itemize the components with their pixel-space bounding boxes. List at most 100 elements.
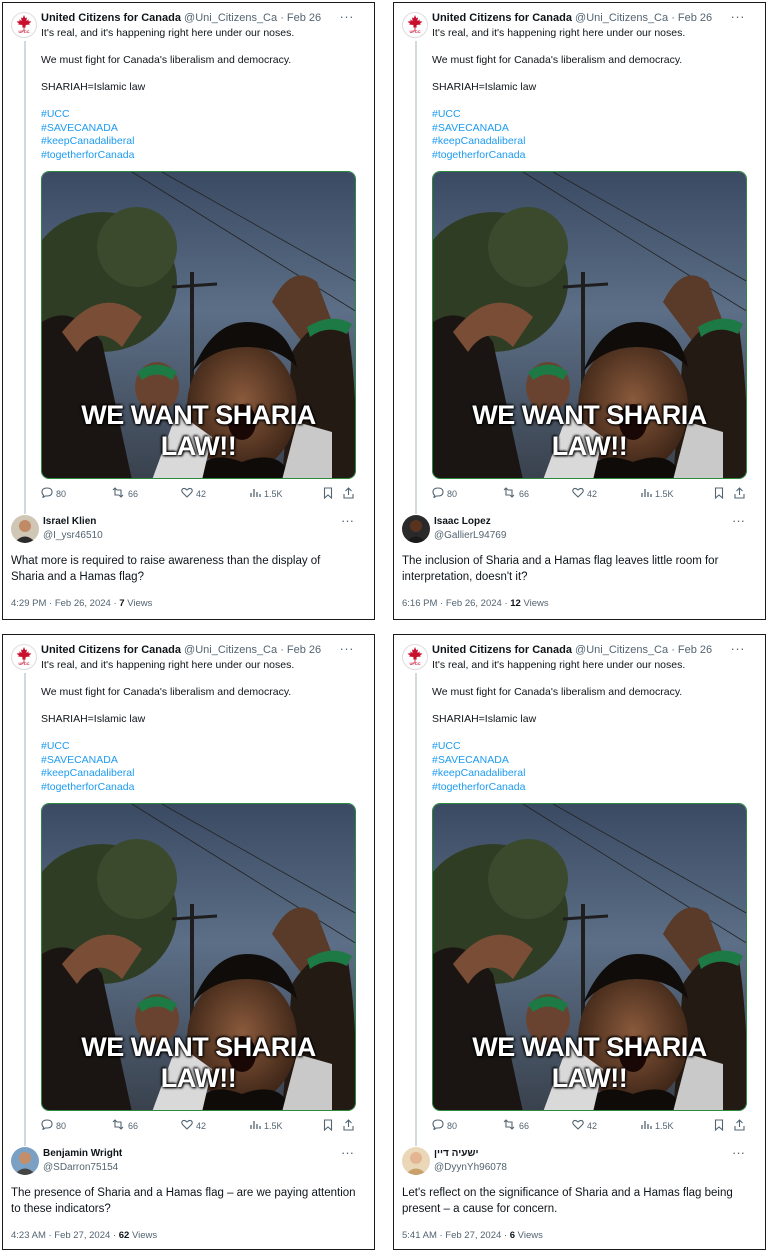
author-handle[interactable]: @Uni_Citizens_Ca <box>184 644 277 656</box>
panel-reply-3: UFCC United Citizens for Canada @Uni_Cit… <box>2 634 375 1250</box>
separator-dot: · <box>280 12 284 24</box>
reply-button[interactable]: 80 <box>41 1119 66 1133</box>
heart-icon <box>181 487 193 501</box>
hashtag-link[interactable]: #SAVECANADA <box>432 122 754 136</box>
bookmark-button[interactable] <box>323 487 333 502</box>
more-options-icon[interactable]: ··· <box>341 1145 354 1160</box>
reply-time[interactable]: 6:16 PM · Feb 26, 2024 · <box>402 598 510 609</box>
hashtag-link[interactable]: #UCC <box>41 740 363 754</box>
reply-author-handle[interactable]: @SDarron75154 <box>43 1162 118 1173</box>
avatar[interactable] <box>11 515 39 543</box>
tweet-line: It's real, and it's happening right here… <box>41 27 295 39</box>
share-button[interactable] <box>343 1119 354 1134</box>
hashtag-link[interactable]: #SAVECANADA <box>41 754 363 768</box>
share-button[interactable] <box>734 1119 745 1134</box>
reply-author-handle[interactable]: @DyynYh96078 <box>434 1162 507 1173</box>
like-button[interactable]: 42 <box>572 487 597 501</box>
share-button[interactable] <box>343 487 354 502</box>
tweet-header: United Citizens for Canada @Uni_Citizens… <box>41 641 366 656</box>
tweet-image[interactable]: WE WANT SHARIA LAW!! <box>41 803 356 1111</box>
views-button[interactable]: 1.5K <box>250 1119 283 1133</box>
tweet-date[interactable]: Feb 26 <box>678 12 712 24</box>
hashtag-link[interactable]: #togetherforCanada <box>41 149 363 163</box>
bookmark-button[interactable] <box>714 487 724 502</box>
author-handle[interactable]: @Uni_Citizens_Ca <box>184 12 277 24</box>
reply-time[interactable]: 4:23 AM · Feb 27, 2024 · <box>11 1230 119 1241</box>
reply-views-count: 12 <box>510 598 521 609</box>
reply-button[interactable]: 80 <box>432 487 457 501</box>
bookmark-button[interactable] <box>323 1119 333 1134</box>
author-handle[interactable]: @Uni_Citizens_Ca <box>575 644 668 656</box>
like-button[interactable]: 42 <box>181 1119 206 1133</box>
reply-views-label: Views <box>515 1230 543 1241</box>
hashtag-link[interactable]: #togetherforCanada <box>432 149 754 163</box>
like-button[interactable]: 42 <box>181 487 206 501</box>
author-name[interactable]: United Citizens for Canada <box>41 12 181 24</box>
like-button[interactable]: 42 <box>572 1119 597 1133</box>
views-button[interactable]: 1.5K <box>641 1119 674 1133</box>
hashtag-link[interactable]: #togetherforCanada <box>41 781 363 795</box>
reply-author-name[interactable]: ישעיה דיין <box>434 1148 478 1159</box>
hashtag-link[interactable]: #keepCanadaliberal <box>41 135 363 149</box>
hashtag-link[interactable]: #SAVECANADA <box>432 754 754 768</box>
ucc-logo-avatar[interactable]: UFCC <box>11 12 37 38</box>
logo-text: UFCC <box>409 29 421 34</box>
hashtag-link[interactable]: #UCC <box>432 108 754 122</box>
ucc-logo-avatar[interactable]: UFCC <box>402 12 428 38</box>
panel-reply-4: UFCC United Citizens for Canada @Uni_Cit… <box>393 634 766 1250</box>
retweet-button[interactable]: 66 <box>502 1119 529 1133</box>
more-options-icon[interactable]: ··· <box>732 1145 745 1160</box>
share-button[interactable] <box>734 487 745 502</box>
reply-author-handle[interactable]: @I_ysr46510 <box>43 530 103 541</box>
panel-reply-2: UFCC United Citizens for Canada @Uni_Cit… <box>393 2 766 620</box>
reply-author-name[interactable]: Benjamin Wright <box>43 1148 122 1159</box>
tweet-image[interactable]: WE WANT SHARIA LAW!! <box>41 171 356 479</box>
author-name[interactable]: United Citizens for Canada <box>41 644 181 656</box>
tweet-date[interactable]: Feb 26 <box>287 12 321 24</box>
author-handle[interactable]: @Uni_Citizens_Ca <box>575 12 668 24</box>
author-name[interactable]: United Citizens for Canada <box>432 12 572 24</box>
ucc-logo-avatar[interactable]: UFCC <box>11 644 37 670</box>
bookmark-icon <box>323 487 333 502</box>
ucc-logo-avatar[interactable]: UFCC <box>402 644 428 670</box>
bookmark-button[interactable] <box>714 1119 724 1134</box>
more-options-icon[interactable]: ··· <box>341 513 354 528</box>
avatar[interactable] <box>11 1147 39 1175</box>
views-button[interactable]: 1.5K <box>250 487 283 501</box>
more-options-icon[interactable]: ··· <box>732 513 745 528</box>
tweet-image[interactable]: WE WANT SHARIA LAW!! <box>432 171 747 479</box>
more-options-icon[interactable]: ··· <box>340 9 355 24</box>
like-count: 42 <box>196 1121 207 1131</box>
avatar[interactable] <box>402 515 430 543</box>
more-options-icon[interactable]: ··· <box>340 641 355 656</box>
panel-reply-1: UFCC United Citizens for Canada @Uni_Cit… <box>2 2 375 620</box>
hashtag-link[interactable]: #UCC <box>432 740 754 754</box>
retweet-icon <box>111 1119 125 1133</box>
retweet-button[interactable]: 66 <box>111 1119 138 1133</box>
tweet-image[interactable]: WE WANT SHARIA LAW!! <box>432 803 747 1111</box>
hashtag-link[interactable]: #keepCanadaliberal <box>41 767 363 781</box>
views-icon <box>250 1119 261 1133</box>
retweet-button[interactable]: 66 <box>502 487 529 501</box>
retweet-button[interactable]: 66 <box>111 487 138 501</box>
tweet-date[interactable]: Feb 26 <box>678 644 712 656</box>
tweet-date[interactable]: Feb 26 <box>287 644 321 656</box>
author-name[interactable]: United Citizens for Canada <box>432 644 572 656</box>
more-options-icon[interactable]: ··· <box>731 641 746 656</box>
more-options-icon[interactable]: ··· <box>731 9 746 24</box>
avatar[interactable] <box>402 1147 430 1175</box>
reply-count: 80 <box>56 1121 67 1131</box>
hashtag-link[interactable]: #SAVECANADA <box>41 122 363 136</box>
reply-author-name[interactable]: Israel Klien <box>43 516 96 527</box>
views-button[interactable]: 1.5K <box>641 487 674 501</box>
reply-author-handle[interactable]: @GallierL94769 <box>434 530 506 541</box>
reply-button[interactable]: 80 <box>432 1119 457 1133</box>
reply-button[interactable]: 80 <box>41 487 66 501</box>
hashtag-link[interactable]: #UCC <box>41 108 363 122</box>
hashtag-link[interactable]: #togetherforCanada <box>432 781 754 795</box>
hashtag-link[interactable]: #keepCanadaliberal <box>432 767 754 781</box>
hashtag-link[interactable]: #keepCanadaliberal <box>432 135 754 149</box>
reply-author-name[interactable]: Isaac Lopez <box>434 516 491 527</box>
reply-time[interactable]: 4:29 PM · Feb 26, 2024 · <box>11 598 119 609</box>
reply-time[interactable]: 5:41 AM · Feb 27, 2024 · <box>402 1230 510 1241</box>
